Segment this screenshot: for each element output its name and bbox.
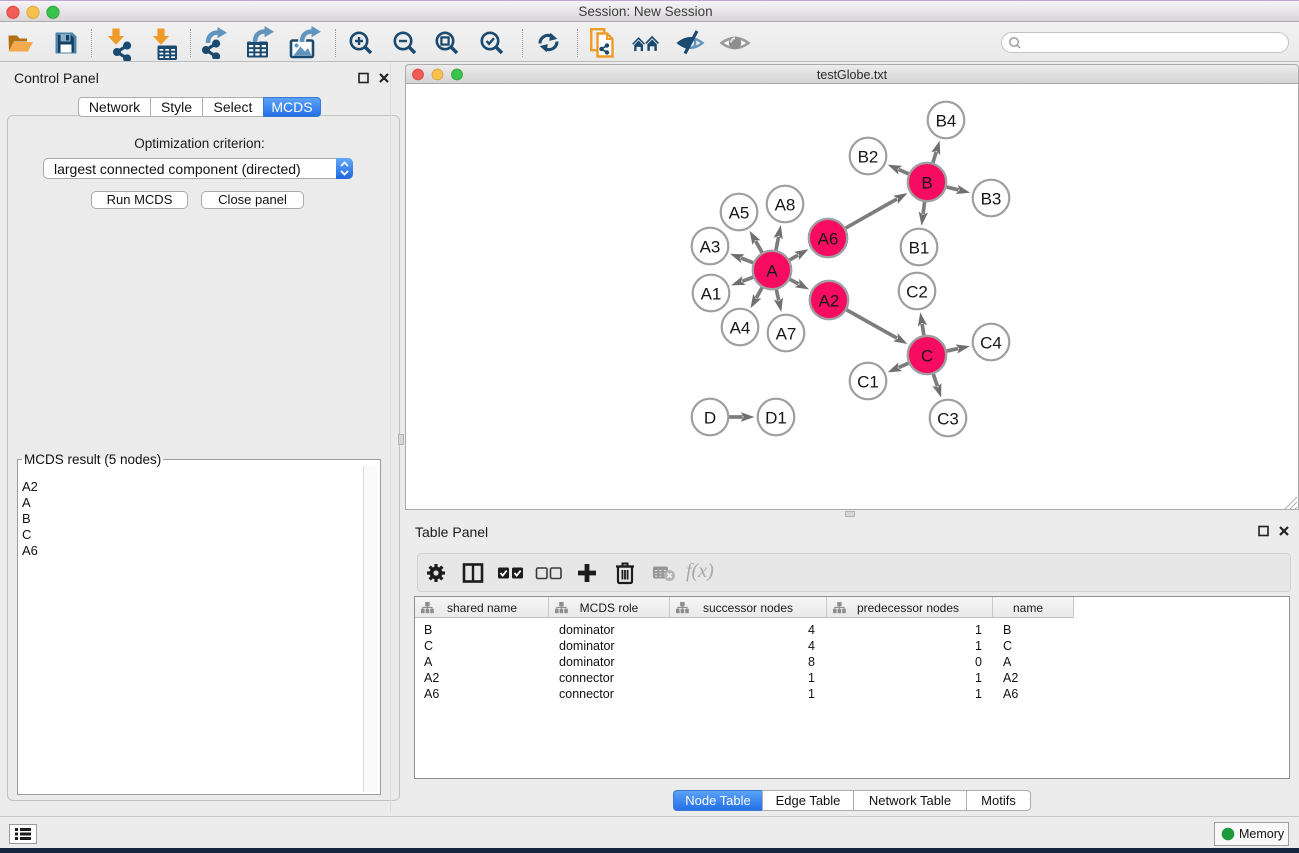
svg-text:B3: B3 bbox=[981, 190, 1002, 209]
svg-text:C4: C4 bbox=[980, 334, 1002, 353]
svg-text:D1: D1 bbox=[765, 409, 787, 428]
svg-text:A6: A6 bbox=[818, 230, 839, 249]
svg-text:A8: A8 bbox=[775, 196, 796, 215]
svg-text:D: D bbox=[704, 409, 716, 428]
svg-text:C3: C3 bbox=[937, 410, 959, 429]
svg-text:A4: A4 bbox=[730, 319, 751, 338]
svg-text:C: C bbox=[921, 347, 933, 366]
svg-text:C2: C2 bbox=[906, 283, 928, 302]
svg-text:A3: A3 bbox=[700, 238, 721, 257]
svg-text:A: A bbox=[766, 262, 778, 281]
svg-text:A7: A7 bbox=[776, 325, 797, 344]
svg-text:B: B bbox=[921, 174, 932, 193]
svg-text:C1: C1 bbox=[857, 373, 879, 392]
svg-text:B4: B4 bbox=[936, 112, 957, 131]
svg-text:A1: A1 bbox=[701, 285, 722, 304]
svg-text:A2: A2 bbox=[819, 292, 840, 311]
svg-text:A5: A5 bbox=[729, 204, 750, 223]
svg-text:B2: B2 bbox=[858, 148, 879, 167]
svg-text:B1: B1 bbox=[909, 239, 930, 258]
